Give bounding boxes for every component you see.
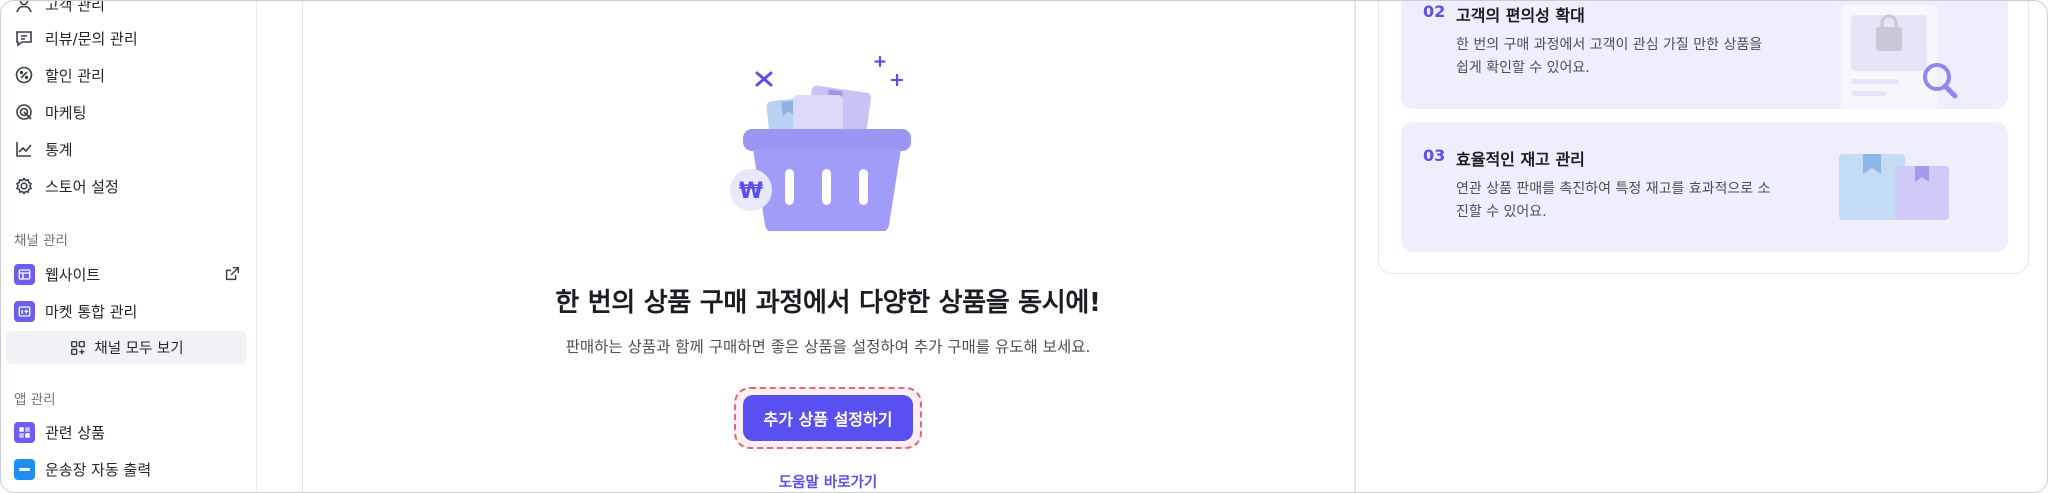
gear-icon [13,175,35,197]
sidebar-item-store-settings[interactable]: 스토어 설정 [13,169,249,203]
app-window: 고객 관리 리뷰/문의 관리 할인 관리 마케팅 통계 스토어 설정 채널 관리… [0,0,2048,493]
market-icon [13,300,35,322]
product-search-illustration [1841,5,1958,109]
chat-icon [13,27,35,49]
grid-plus-icon [71,340,86,355]
benefit-description: 한 번의 구매 과정에서 고객이 관심 가질 만한 상품을 쉽게 확인할 수 있… [1456,37,1763,76]
sidebar-item-label: 스토어 설정 [45,177,119,196]
sidebar-item-label: 리뷰/문의 관리 [45,29,138,48]
sidebar-item-label: 고객 관리 [45,0,105,14]
website-icon [13,263,35,285]
external-link-icon[interactable] [223,265,241,283]
view-all-label: 채널 모두 보기 [94,341,184,357]
benefit-title: 효율적인 재고 관리 [1456,150,1585,169]
sidebar-item-label: 마케팅 [45,103,87,122]
benefit-number: 02 [1423,2,1446,21]
inventory-boxes-illustration [1839,154,1949,220]
waybill-icon [13,458,35,480]
basket-illustration: ₩ [730,55,911,231]
sidebar-item-label: 마켓 통합 관리 [45,302,138,321]
sidebar-item-marketing[interactable]: 마케팅 [13,95,249,129]
main-headline: 한 번의 상품 구매 과정에서 다양한 상품을 동시에! [555,288,1101,318]
discount-icon [13,64,35,86]
sidebar-item-related-products[interactable]: 관련 상품 [13,415,249,449]
related-products-icon [13,421,35,443]
column-divider [1354,1,1355,492]
view-all-channels-button[interactable]: 채널 모두 보기 [6,331,247,364]
sidebar-item-customer[interactable]: 고객 관리 [13,0,249,21]
benefit-card-2: 02 고객의 편의성 확대 한 번의 구매 과정에서 고객이 관심 가질 만한 … [1401,1,2008,109]
benefit-number: 03 [1423,146,1446,165]
sidebar: 고객 관리 리뷰/문의 관리 할인 관리 마케팅 통계 스토어 설정 채널 관리… [1,0,257,492]
customer-icon [13,1,35,15]
benefit-card-3: 03 효율적인 재고 관리 연관 상품 판매를 촉진하여 특정 재고를 효과적으… [1401,122,2008,252]
set-additional-products-button[interactable]: 추가 상품 설정하기 [743,395,913,441]
benefit-description: 연관 상품 판매를 촉진하여 특정 재고를 효과적으로 소진할 수 있어요. [1456,181,1771,220]
sidebar-item-label: 할인 관리 [45,66,105,85]
sparkle-icon [755,71,773,87]
sidebar-item-website[interactable]: 웹사이트 [13,257,249,291]
benefit-title: 고객의 편의성 확대 [1456,6,1585,25]
sidebar-item-market[interactable]: 마켓 통합 관리 [13,294,249,328]
sidebar-item-label: 웹사이트 [45,265,101,284]
chart-icon [13,138,35,160]
main-subline: 판매하는 상품과 함께 구매하면 좋은 상품을 설정하여 추가 구매를 유도해 … [565,338,1091,356]
section-title-apps: 앱 관리 [14,392,56,408]
sidebar-item-label: 통계 [45,140,73,159]
sidebar-item-label: 관련 상품 [45,423,105,442]
sidebar-item-waybill[interactable]: 운송장 자동 출력 [13,452,249,486]
marketing-icon [13,101,35,123]
sidebar-item-stats[interactable]: 통계 [13,132,249,166]
sparkle-icon [874,55,904,87]
help-link[interactable]: 도움말 바로가기 [701,471,955,492]
section-title-channel: 채널 관리 [14,233,68,249]
won-currency-icon: ₩ [739,179,763,204]
sidebar-item-reviews[interactable]: 리뷰/문의 관리 [13,21,249,55]
sidebar-item-label: 운송장 자동 출력 [45,460,152,479]
sidebar-item-discount[interactable]: 할인 관리 [13,58,249,92]
